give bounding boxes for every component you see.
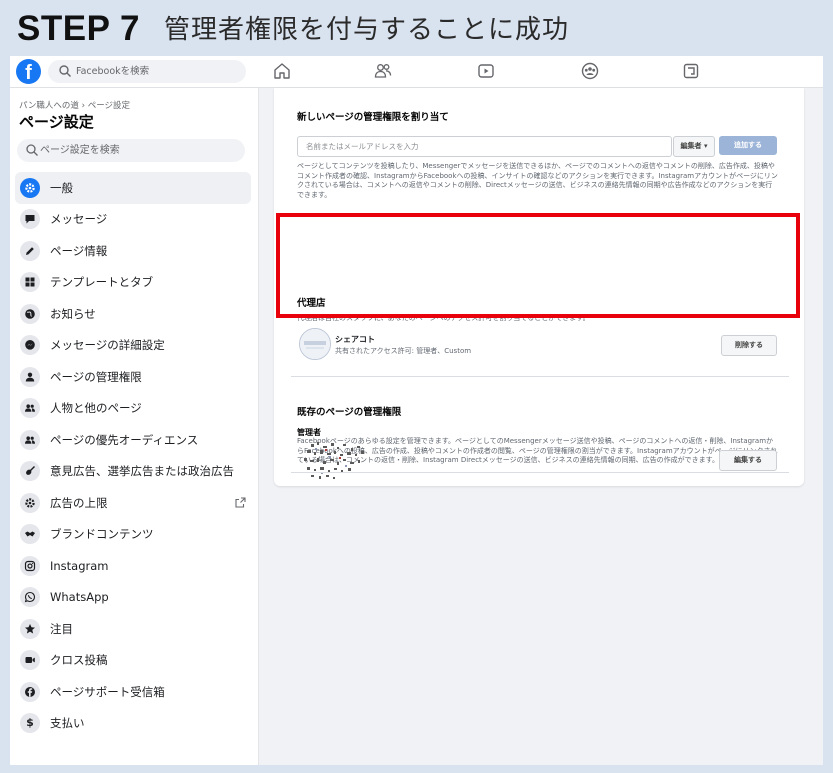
sidebar-item-label: 注目 <box>50 621 73 636</box>
agency-avatar <box>299 328 331 360</box>
sidebar-item-instagram[interactable]: Instagram <box>15 550 251 582</box>
sidebar-item-page-info[interactable]: ページ情報 <box>15 235 251 267</box>
step-description: 管理者権限を付与することに成功 <box>163 15 569 45</box>
sidebar-item-label: クロス投稿 <box>50 653 108 668</box>
facebook-logo[interactable]: f <box>16 59 41 84</box>
assign-role-title: 新しいページの管理権限を割り当て <box>297 112 449 123</box>
home-icon[interactable] <box>272 61 292 81</box>
agency-highlight-box <box>276 213 800 318</box>
sidebar-item-label: ブランドコンテンツ <box>50 527 154 542</box>
sidebar-item-preferred-audience[interactable]: ページの優先オーディエンス <box>15 424 251 456</box>
instagram-icon <box>20 555 40 576</box>
sidebar-item-people-other-pages[interactable]: 人物と他のページ <box>15 393 251 425</box>
settings-search-placeholder: ページ設定を検索 <box>40 145 120 156</box>
guitar-icon <box>20 461 40 482</box>
assign-role-description: ページとしてコンテンツを投稿したり、Messengerでメッセージを送信できるほ… <box>297 162 778 199</box>
section-divider <box>291 376 789 377</box>
settings-content: 新しいページの管理権限を割り当て 名前またはメールアドレスを入力 編集者 ▾ 追… <box>259 88 823 765</box>
existing-roles-title: 既存のページの管理権限 <box>297 407 402 418</box>
sidebar-item-label: お知らせ <box>50 306 96 321</box>
page-title: ページ設定 <box>19 113 94 131</box>
search-placeholder: Facebookを検索 <box>76 66 150 77</box>
gaming-icon[interactable] <box>681 61 701 81</box>
name-email-placeholder: 名前またはメールアドレスを入力 <box>306 142 419 151</box>
sidebar-item-notifications[interactable]: お知らせ <box>15 298 251 330</box>
agency-permissions: 共有されたアクセス許可: 管理者、Custom <box>335 347 472 355</box>
sidebar-item-political-ads[interactable]: 意見広告、選挙広告または政治広告 <box>15 456 251 488</box>
person-icon <box>20 366 40 387</box>
messenger-icon <box>20 335 40 356</box>
sidebar-item-label: 広告の上限 <box>50 495 108 510</box>
people-icon <box>20 429 40 450</box>
section-divider <box>291 472 789 473</box>
sidebar-item-general[interactable]: 一般 <box>15 172 251 204</box>
message-icon <box>20 209 40 230</box>
sidebar-item-label: テンプレートとタブ <box>50 275 154 290</box>
sidebar-item-page-roles[interactable]: ページの管理権限 <box>15 361 251 393</box>
sidebar-item-crossposting[interactable]: クロス投稿 <box>15 645 251 677</box>
people-icon <box>20 398 40 419</box>
search-icon <box>59 65 71 77</box>
sidebar-item-label: メッセージ <box>50 212 108 227</box>
groups-icon[interactable] <box>580 61 600 81</box>
handshake-icon <box>20 524 40 545</box>
grid-icon <box>20 272 40 293</box>
add-button[interactable]: 追加する <box>719 136 777 155</box>
facebook-screenshot: f Facebookを検索 パン職人への道 › ページ設定 ページ設定 ページ設… <box>10 56 823 765</box>
dollar-icon: $ <box>20 713 40 734</box>
sidebar-item-label: WhatsApp <box>50 590 109 605</box>
delete-agency-button[interactable]: 削除する <box>721 335 777 356</box>
watch-icon[interactable] <box>476 61 496 81</box>
friends-icon[interactable] <box>373 61 393 81</box>
edit-admin-button[interactable]: 編集する <box>719 450 777 471</box>
sidebar-item-whatsapp[interactable]: WhatsApp <box>15 582 251 614</box>
name-email-input[interactable]: 名前またはメールアドレスを入力 <box>297 136 672 157</box>
gear-icon <box>20 492 40 513</box>
sidebar-item-label: メッセージの詳細設定 <box>50 338 165 353</box>
sidebar-item-label: ページの管理権限 <box>50 369 142 384</box>
step-heading: STEP 7 管理者権限を付与することに成功 <box>17 6 569 48</box>
sidebar-item-label: ページの優先オーディエンス <box>50 432 199 447</box>
sidebar-item-advanced-messaging[interactable]: メッセージの詳細設定 <box>15 330 251 362</box>
sidebar-item-label: 支払い <box>50 716 85 731</box>
role-select[interactable]: 編集者 ▾ <box>673 136 715 157</box>
video-icon <box>20 650 40 671</box>
sidebar-item-featured[interactable]: 注目 <box>15 613 251 645</box>
agency-name: シェアコト <box>335 335 375 344</box>
sidebar-item-messages[interactable]: メッセージ <box>15 204 251 236</box>
external-link-icon <box>235 497 246 508</box>
agency-avatar-image <box>300 329 330 359</box>
settings-sidebar: パン職人への道 › ページ設定 ページ設定 ページ設定を検索 一般 メッセージ … <box>10 88 259 765</box>
search-icon <box>26 144 38 156</box>
sidebar-item-label: 人物と他のページ <box>50 401 142 416</box>
sidebar-item-payments[interactable]: $ 支払い <box>15 708 251 740</box>
sidebar-item-page-support-inbox[interactable]: ページサポート受信箱 <box>15 676 251 708</box>
whatsapp-icon <box>20 587 40 608</box>
gear-icon <box>20 177 40 198</box>
sidebar-item-branded-content[interactable]: ブランドコンテンツ <box>15 519 251 551</box>
sidebar-item-label: Instagram <box>50 558 109 573</box>
facebook-icon <box>20 681 40 702</box>
breadcrumb[interactable]: パン職人への道 › ページ設定 <box>19 99 130 111</box>
pencil-icon <box>20 240 40 261</box>
top-navigation-bar: f Facebookを検索 <box>10 56 823 88</box>
star-icon <box>20 618 40 639</box>
settings-menu: 一般 メッセージ ページ情報 テンプレートとタブ お知らせ メッセージの詳細設定 <box>15 172 251 739</box>
sidebar-item-label: 意見広告、選挙広告または政治広告 <box>50 464 234 479</box>
sidebar-item-templates-tabs[interactable]: テンプレートとタブ <box>15 267 251 299</box>
settings-search-input[interactable]: ページ設定を検索 <box>17 139 245 162</box>
facebook-search[interactable]: Facebookを検索 <box>48 60 246 83</box>
step-number: STEP 7 <box>17 9 140 48</box>
sidebar-item-label: ページサポート受信箱 <box>50 684 165 699</box>
sidebar-item-ad-limits[interactable]: 広告の上限 <box>15 487 251 519</box>
admin-avatar <box>304 442 364 479</box>
sidebar-item-label: 一般 <box>50 180 73 195</box>
sidebar-item-label: ページ情報 <box>50 243 108 258</box>
globe-icon <box>20 303 40 324</box>
